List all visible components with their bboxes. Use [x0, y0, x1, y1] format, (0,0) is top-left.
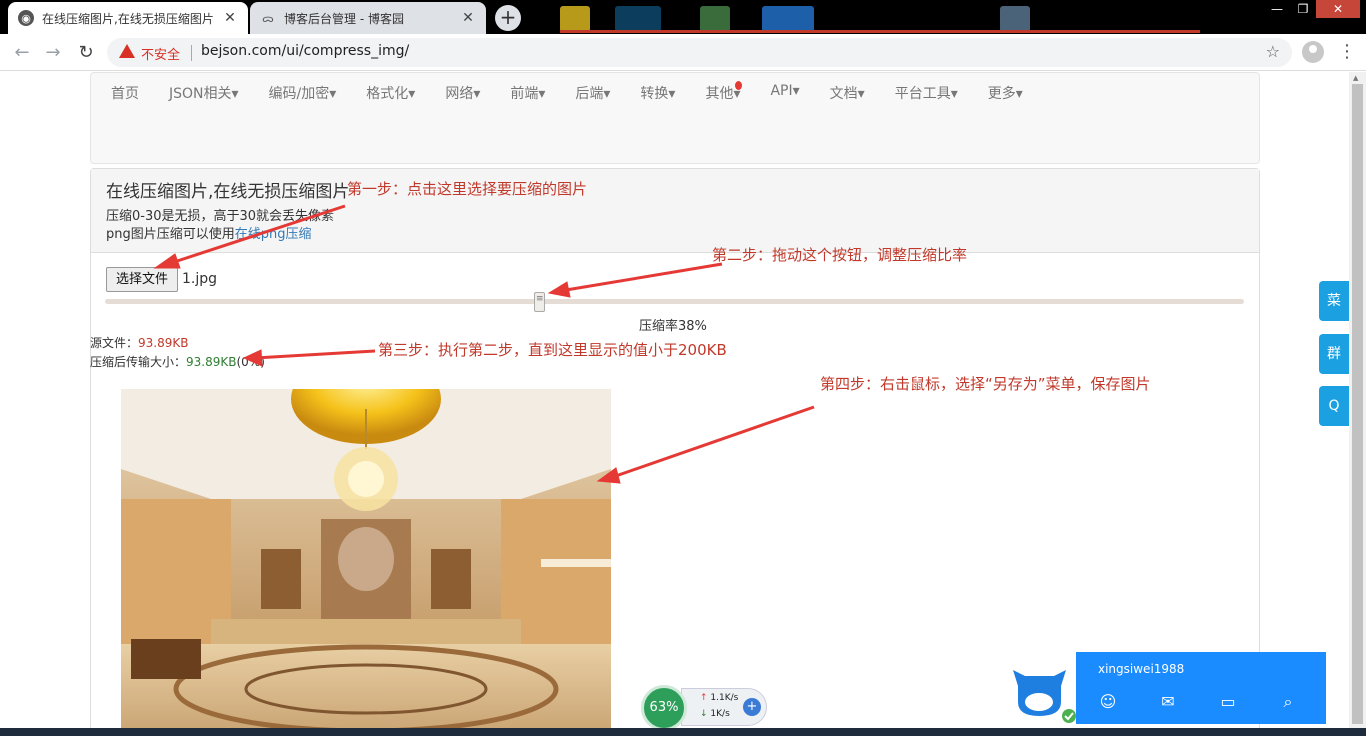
step3-annotation: 第三步：执行第二步，直到这里显示的值小于200KB [378, 341, 727, 359]
nav-item-tools[interactable]: 平台工具▾ [895, 83, 958, 103]
compressed-ratio: (0%) [236, 355, 265, 369]
nav-item-format[interactable]: 格式化▾ [366, 83, 415, 103]
hot-dot-icon [735, 81, 743, 90]
source-size-line: 源文件：93.89KB [90, 334, 188, 351]
nav-item-backend[interactable]: 后端▾ [575, 83, 610, 103]
nav-item-api[interactable]: API▾ [770, 83, 799, 103]
source-size: 93.89KB [138, 336, 189, 350]
forward-button[interactable]: → [41, 41, 65, 65]
chrome-logo-icon: ◉ [18, 10, 34, 26]
windows-taskbar [0, 728, 1366, 736]
desktop-thumbnail [700, 6, 730, 32]
source-label: 源文件： [90, 336, 139, 350]
back-button[interactable]: ← [10, 41, 34, 65]
side-tab-menu[interactable]: 菜 [1319, 281, 1349, 321]
site-navbar: 首页 JSON相关▾ 编码/加密▾ 格式化▾ 网络▾ 前端▾ 后端▾ 转换▾ 其… [90, 72, 1260, 164]
download-arrow-icon: ↓ [700, 709, 708, 719]
upload-value: 1.1K/s [710, 693, 739, 703]
png-compress-link[interactable]: 在线png压缩 [235, 227, 312, 242]
nav-item-convert[interactable]: 转换▾ [640, 83, 675, 103]
search-icon[interactable]: ⌕ [1278, 692, 1298, 711]
reload-button[interactable]: ↻ [74, 41, 98, 65]
profile-avatar[interactable] [1302, 41, 1324, 63]
mail-icon[interactable]: ✉ [1158, 692, 1178, 711]
compressed-image-preview[interactable] [121, 389, 611, 736]
side-tab-group[interactable]: 群 [1319, 334, 1349, 374]
cnblogs-logo-icon: ᯅ [262, 11, 274, 25]
rate-label: 压缩率 [639, 319, 679, 334]
lossless-note: 压缩0-30是无损，高于30就会丢失像素 [106, 209, 335, 224]
side-tab-qq[interactable]: Q [1319, 386, 1349, 426]
nav-item-json[interactable]: JSON相关▾ [169, 83, 239, 103]
qq-cow-logo [1003, 652, 1076, 724]
panel-header: 在线压缩图片,在线无损压缩图片 压缩0-30是无损，高于30就会丢失像素 png… [91, 169, 1259, 253]
step2-annotation: 第二步：拖动这个按钮，调整压缩比率 [712, 246, 968, 264]
rate-value: 38% [678, 319, 707, 334]
wallet-icon[interactable]: ▭ [1218, 692, 1238, 711]
tab-title: 博客后台管理 - 博客园 [284, 11, 404, 26]
desktop-thumbnail [560, 6, 590, 32]
memory-percent[interactable]: 63% [641, 685, 687, 731]
scroll-thumb[interactable] [1352, 84, 1363, 724]
boost-plus-icon[interactable]: + [743, 698, 761, 716]
png-note: png图片压缩可以使用在线png压缩 [106, 226, 1244, 244]
compression-rate: 压缩率38% [639, 315, 707, 334]
compressed-size-line: 压缩后传输大小：93.89KB(0%) [90, 353, 265, 370]
upload-arrow-icon: ↑ [700, 693, 708, 703]
page-title: 在线压缩图片,在线无损压缩图片 [106, 182, 350, 202]
tab-title: 在线压缩图片,在线无损压缩图片 [42, 11, 214, 26]
nav-item-encode[interactable]: 编码/加密▾ [269, 83, 337, 103]
nav-item-more[interactable]: 更多▾ [988, 83, 1023, 103]
url-text[interactable]: bejson.com/ui/compress_img/ [201, 43, 409, 59]
tab-cnblogs[interactable]: ᯅ 博客后台管理 - 博客园 ✕ [250, 2, 486, 34]
address-bar[interactable]: 不安全 bejson.com/ui/compress_img/ ☆ [107, 38, 1292, 67]
desktop-thumbnail [1000, 6, 1030, 32]
network-speed-widget[interactable]: ↑ 1.1K/s ↓ 1K/s + 63% [641, 685, 767, 731]
restore-button[interactable]: ❐ [1288, 0, 1318, 18]
nav-item-frontend[interactable]: 前端▾ [510, 83, 545, 103]
nav-item-home[interactable]: 首页 [111, 83, 139, 103]
compression-slider-handle[interactable] [534, 292, 545, 312]
lobby-photo [121, 389, 611, 736]
browser-menu-icon[interactable]: ⋮ [1338, 41, 1356, 62]
tab-close-icon[interactable]: ✕ [222, 10, 238, 26]
compressed-size: 93.89KB [186, 355, 237, 369]
choose-file-button[interactable]: 选择文件 [106, 267, 178, 292]
security-label[interactable]: 不安全 [141, 44, 180, 63]
download-value: 1K/s [710, 709, 730, 719]
address-separator [191, 45, 192, 61]
step4-annotation: 第四步：右击鼠标，选择“另存为”菜单，保存图片 [820, 375, 1151, 393]
window-close-button[interactable]: ✕ [1316, 0, 1360, 18]
selected-file-name: 1.jpg [182, 271, 218, 287]
step1-annotation: 第一步：点击这里选择要压缩的图片 [347, 180, 588, 198]
browser-titlebar: ◉ 在线压缩图片,在线无损压缩图片 ✕ ᯅ 博客后台管理 - 博客园 ✕ + —… [0, 0, 1366, 34]
scroll-up-icon[interactable]: ▲ [1353, 74, 1358, 82]
smile-icon[interactable]: ☺ [1098, 692, 1118, 711]
desktop-thumbnail [615, 6, 661, 32]
qq-notification-panel[interactable]: xingsiwei1988 ☺ ✉ ▭ ⌕ [1003, 652, 1326, 724]
compressed-label: 压缩后传输大小： [90, 355, 187, 369]
speed-box: ↑ 1.1K/s ↓ 1K/s + [681, 688, 767, 726]
compression-slider-track[interactable] [105, 299, 1244, 304]
page-scrollbar[interactable]: ▲ [1349, 72, 1366, 736]
tab-close-icon[interactable]: ✕ [460, 10, 476, 26]
nav-item-other[interactable]: 其他▾ [705, 81, 743, 103]
tab-compress-img[interactable]: ◉ 在线压缩图片,在线无损压缩图片 ✕ [8, 2, 248, 34]
new-tab-button[interactable]: + [495, 5, 521, 31]
bookmark-star-icon[interactable]: ☆ [1266, 42, 1280, 61]
download-speed: ↓ 1K/s [700, 709, 730, 719]
nav-item-docs[interactable]: 文档▾ [830, 83, 865, 103]
nav-item-network[interactable]: 网络▾ [445, 83, 480, 103]
png-note-prefix: png图片压缩可以使用 [106, 227, 235, 242]
desktop-red-stripe [560, 30, 1200, 33]
browser-toolbar: ← → ↻ 不安全 bejson.com/ui/compress_img/ ☆ [0, 34, 1366, 71]
warning-icon [119, 44, 135, 58]
qq-username: xingsiwei1988 [1098, 662, 1185, 676]
upload-speed: ↑ 1.1K/s [700, 693, 738, 703]
desktop-thumbnail [762, 6, 814, 32]
cow-logo-icon [1013, 670, 1076, 723]
